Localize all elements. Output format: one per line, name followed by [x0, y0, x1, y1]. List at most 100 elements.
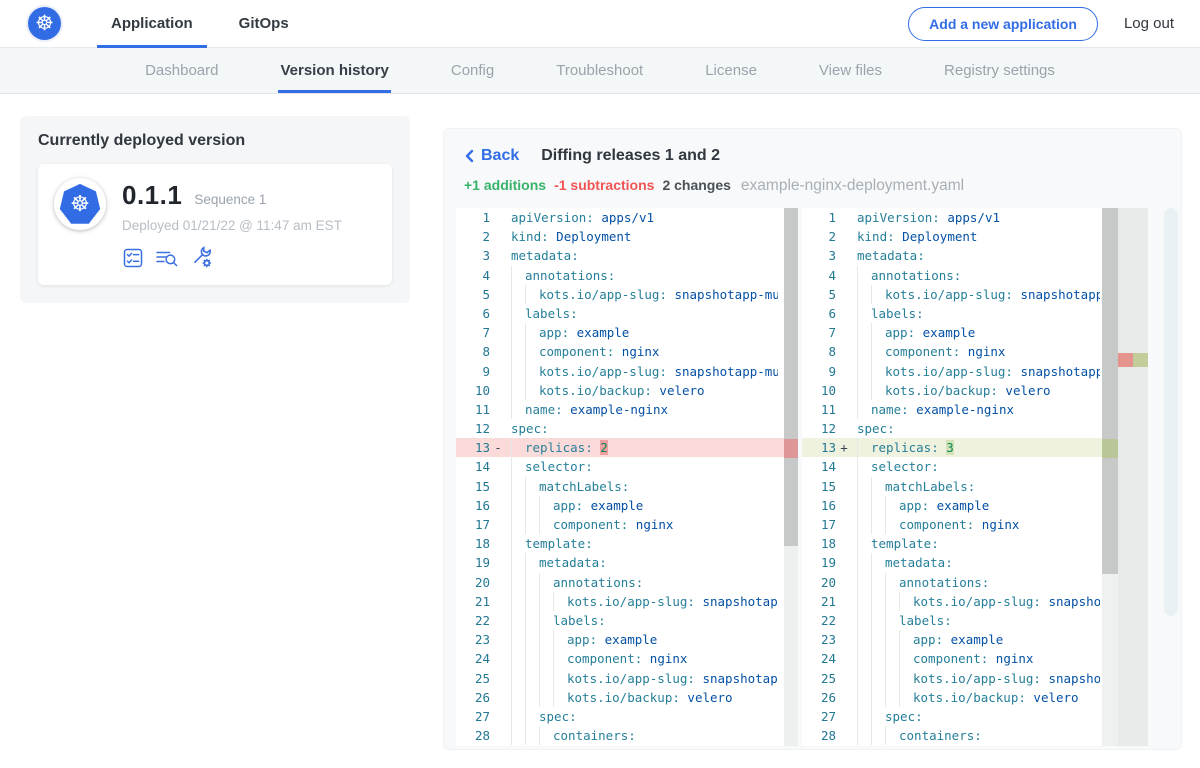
- diff-line: 3metadata:: [802, 246, 1148, 265]
- overview-ruler: [1118, 208, 1148, 746]
- diff-line: 13-replicas: 2: [456, 438, 798, 457]
- diff-container-scrollbar[interactable]: [1164, 208, 1178, 616]
- diff-line: 5kots.io/app-slug: snapshotapp-mu: [456, 285, 798, 304]
- left-scrollbar-thumb[interactable]: [784, 208, 798, 546]
- diff-line: 25kots.io/app-slug: snapshotap: [456, 669, 798, 688]
- deployed-version-tile: ☸ 0.1.1 Sequence 1 Deployed 01/21/22 @ 1…: [38, 164, 392, 285]
- top-header: ☸ Application GitOps Add a new applicati…: [0, 0, 1200, 48]
- diff-line: 23app: example: [456, 630, 798, 649]
- diff-filename: example-nginx-deployment.yaml: [741, 177, 964, 195]
- tab-application[interactable]: Application: [97, 0, 207, 48]
- deployed-details: 0.1.1 Sequence 1 Deployed 01/21/22 @ 11:…: [122, 178, 342, 269]
- diff-line: 1apiVersion: apps/v1: [456, 208, 798, 227]
- diff-line: 4annotations:: [456, 266, 798, 285]
- original-code: 1apiVersion: apps/v12kind: Deployment3me…: [456, 208, 798, 745]
- diff-line: 12spec:: [456, 419, 798, 438]
- subnav-registry-settings[interactable]: Registry settings: [942, 48, 1057, 93]
- diff-editor: 1apiVersion: apps/v12kind: Deployment3me…: [456, 208, 1181, 746]
- diff-pane-original: 1apiVersion: apps/v12kind: Deployment3me…: [456, 208, 798, 746]
- diff-line: 24component: nginx: [456, 649, 798, 668]
- diff-line: 9kots.io/app-slug: snapshotapp-mu: [456, 362, 798, 381]
- diff-line: 7app: example: [802, 323, 1148, 342]
- diff-line: 21kots.io/app-slug: snapshotap: [802, 592, 1148, 611]
- diff-line: 18template:: [802, 534, 1148, 553]
- diff-line: 2kind: Deployment: [456, 227, 798, 246]
- diff-stats: +1 additions -1 subtractions 2 changes e…: [464, 177, 1161, 195]
- subnav-license[interactable]: License: [703, 48, 759, 93]
- version-action-icons: [122, 246, 342, 269]
- diff-pane-modified: 1apiVersion: apps/v12kind: Deployment3me…: [802, 208, 1148, 746]
- logout-link[interactable]: Log out: [1124, 15, 1174, 32]
- diff-line: 26kots.io/backup: velero: [802, 688, 1148, 707]
- diff-line: 6labels:: [802, 304, 1148, 323]
- diff-line: 22labels:: [456, 611, 798, 630]
- diff-line: 1apiVersion: apps/v1: [802, 208, 1148, 227]
- diff-line: 4annotations:: [802, 266, 1148, 285]
- diff-line: 11name: example-nginx: [802, 400, 1148, 419]
- diff-line: 23app: example: [802, 630, 1148, 649]
- diff-line: 15matchLabels:: [802, 477, 1148, 496]
- diff-line: 9kots.io/app-slug: snapshotapp-mu: [802, 362, 1148, 381]
- diff-line: 27spec:: [802, 707, 1148, 726]
- diff-line: 26kots.io/backup: velero: [456, 688, 798, 707]
- chevron-left-icon: [464, 149, 474, 163]
- diff-line: 28containers:: [456, 726, 798, 745]
- diff-line: 28containers:: [802, 726, 1148, 745]
- back-button[interactable]: Back: [464, 147, 519, 165]
- subtractions-count: -1 subtractions: [554, 177, 654, 193]
- diff-line: 16app: example: [802, 496, 1148, 515]
- wheel-glyph: ☸: [70, 193, 90, 215]
- release-notes-icon[interactable]: [122, 247, 144, 269]
- diff-line: 19metadata:: [456, 553, 798, 572]
- diff-line: 6labels:: [456, 304, 798, 323]
- diff-line: 17component: nginx: [802, 515, 1148, 534]
- diff-line: 25kots.io/app-slug: snapshotap: [802, 669, 1148, 688]
- diff-line: 20annotations:: [802, 573, 1148, 592]
- right-addition-marker: [1102, 439, 1118, 458]
- left-deletion-marker: [784, 439, 798, 458]
- diff-line: 13+replicas: 3: [802, 438, 1148, 457]
- header-actions: Add a new application Log out: [908, 7, 1174, 41]
- diff-line: 22labels:: [802, 611, 1148, 630]
- diff-line: 20annotations:: [456, 573, 798, 592]
- diff-line: 7app: example: [456, 323, 798, 342]
- diff-line: 11name: example-nginx: [456, 400, 798, 419]
- tab-gitops[interactable]: GitOps: [225, 0, 303, 48]
- kots-admin-console: ☸ Application GitOps Add a new applicati…: [0, 0, 1200, 768]
- subnav-troubleshoot[interactable]: Troubleshoot: [554, 48, 645, 93]
- preflight-results-icon[interactable]: [155, 247, 179, 269]
- diff-line: 16app: example: [456, 496, 798, 515]
- right-scrollbar-thumb[interactable]: [1102, 208, 1118, 574]
- kubernetes-logo-icon: ☸: [28, 7, 61, 40]
- wheel-glyph: ☸: [35, 13, 54, 34]
- config-icon[interactable]: [190, 246, 213, 269]
- diff-line: 14selector:: [802, 457, 1148, 476]
- app-tabs: Application GitOps: [97, 0, 321, 48]
- diff-line: 8component: nginx: [802, 342, 1148, 361]
- diff-line: 19metadata:: [802, 553, 1148, 572]
- diff-line: 17component: nginx: [456, 515, 798, 534]
- diff-line: 12spec:: [802, 419, 1148, 438]
- app-kubernetes-icon: ☸: [54, 178, 106, 230]
- diff-line: 27spec:: [456, 707, 798, 726]
- diff-line: 2kind: Deployment: [802, 227, 1148, 246]
- diff-line: 10kots.io/backup: velero: [802, 381, 1148, 400]
- subnav-view-files[interactable]: View files: [817, 48, 884, 93]
- subnav-config[interactable]: Config: [449, 48, 496, 93]
- diff-line: 18template:: [456, 534, 798, 553]
- diff-line: 15matchLabels:: [456, 477, 798, 496]
- diff-header: Back Diffing releases 1 and 2: [464, 145, 1161, 167]
- version-number: 0.1.1: [122, 180, 182, 211]
- app-subnav: Dashboard Version history Config Trouble…: [0, 48, 1200, 94]
- currently-deployed-card: Currently deployed version ☸ 0.1.1 Seque…: [20, 116, 410, 303]
- subnav-dashboard[interactable]: Dashboard: [143, 48, 220, 93]
- diff-line: 8component: nginx: [456, 342, 798, 361]
- add-application-button[interactable]: Add a new application: [908, 7, 1098, 41]
- diff-title: Diffing releases 1 and 2: [541, 147, 720, 165]
- ruler-deletion-mark: [1118, 353, 1133, 367]
- ruler-addition-mark: [1133, 353, 1148, 367]
- subnav-version-history[interactable]: Version history: [278, 48, 390, 93]
- additions-count: +1 additions: [464, 177, 546, 193]
- diff-card: Back Diffing releases 1 and 2 +1 additio…: [443, 128, 1182, 750]
- diff-line: 10kots.io/backup: velero: [456, 381, 798, 400]
